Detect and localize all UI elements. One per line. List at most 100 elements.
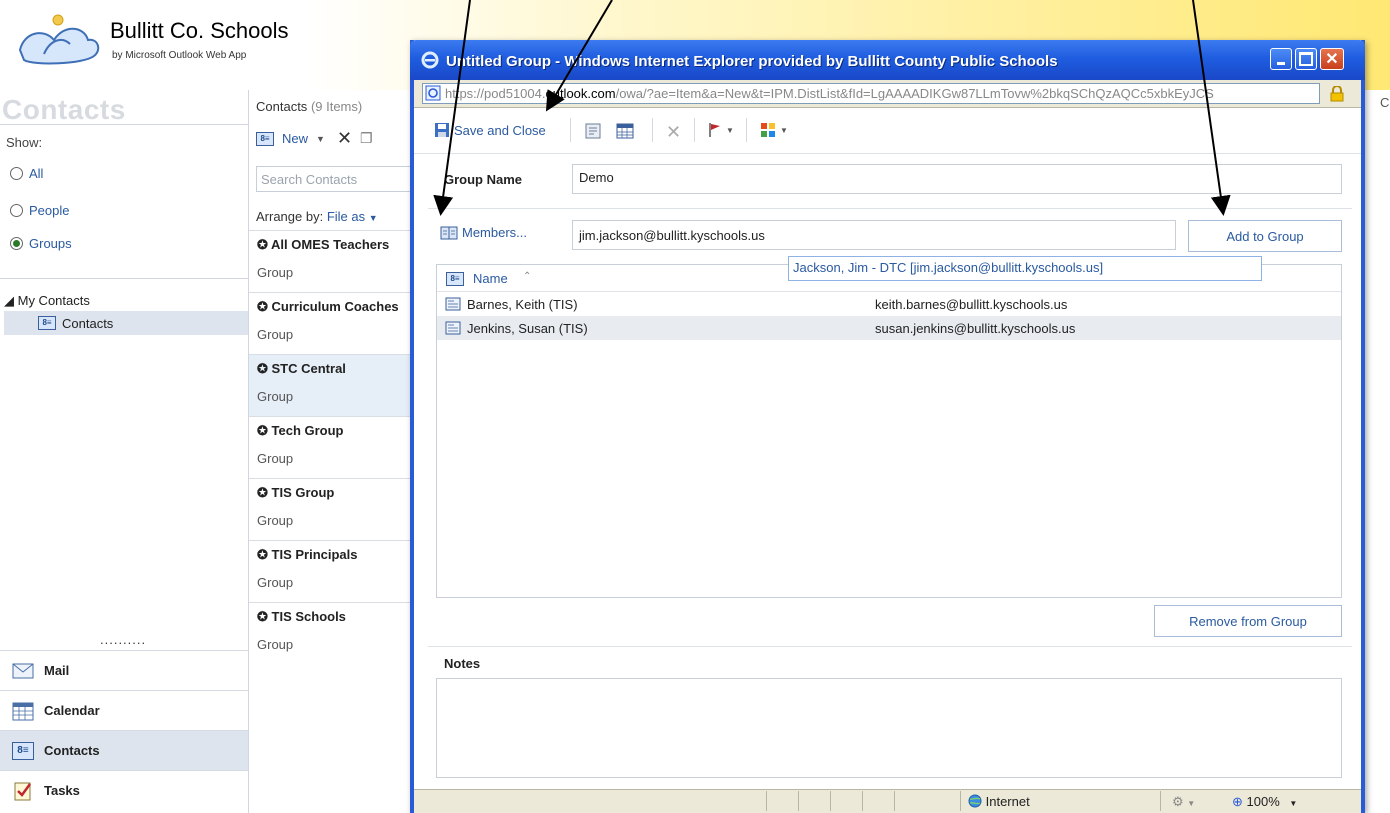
ie-logo-icon bbox=[421, 51, 439, 69]
delete-button[interactable]: ✕ bbox=[666, 122, 681, 143]
filter-groups-radio[interactable]: Groups bbox=[10, 236, 72, 251]
my-contacts-folder[interactable]: ◢ My Contacts bbox=[4, 293, 90, 309]
list-item[interactable]: ✪ TIS Schools Group bbox=[249, 602, 414, 665]
group-type: Group bbox=[257, 575, 294, 590]
nav-tasks[interactable]: Tasks bbox=[0, 770, 248, 810]
table-row[interactable]: Jenkins, Susan (TIS) susan.jenkins@bulli… bbox=[437, 316, 1341, 340]
group-name: All OMES Teachers bbox=[271, 237, 390, 252]
follow-up-flag-button[interactable]: ▼ bbox=[708, 122, 734, 138]
group-name: TIS Group bbox=[271, 485, 335, 500]
nav-calendar[interactable]: Calendar bbox=[0, 690, 248, 730]
arrange-by[interactable]: Arrange by: File as ▼ bbox=[256, 209, 378, 224]
autocomplete-suggestion[interactable]: Jackson, Jim - DTC [jim.jackson@bullitt.… bbox=[788, 256, 1262, 281]
status-bar bbox=[414, 789, 1361, 813]
flag-icon bbox=[709, 123, 720, 137]
folder-label: Contacts bbox=[62, 315, 114, 331]
tasks-icon bbox=[12, 781, 34, 801]
group-name: Tech Group bbox=[271, 423, 344, 438]
list-item[interactable]: ✪ TIS Group Group bbox=[249, 478, 414, 541]
nav-contacts[interactable]: 8≡ Contacts bbox=[0, 730, 248, 770]
url-path: /owa/?ae=Item&a=New&t=IPM.DistList&fId=L… bbox=[615, 86, 1214, 101]
brand-subtitle: by Microsoft Outlook Web App bbox=[112, 50, 247, 61]
notes-textarea[interactable] bbox=[436, 678, 1342, 778]
group-icon: ✪ bbox=[257, 361, 272, 376]
status-divider bbox=[1160, 791, 1161, 811]
status-divider bbox=[960, 791, 961, 811]
contacts-folder[interactable]: 8≡ Contacts bbox=[4, 311, 248, 335]
zoom-button[interactable]: ⊕ 100% ▼ bbox=[1232, 794, 1297, 810]
address-book-button[interactable] bbox=[584, 122, 602, 140]
filter-label: All bbox=[29, 166, 44, 181]
security-zone[interactable]: Internet bbox=[968, 794, 1030, 809]
nav-label: Tasks bbox=[44, 783, 80, 798]
list-item[interactable]: ✪ TIS Principals Group bbox=[249, 540, 414, 603]
group-icon: ✪ bbox=[257, 299, 272, 314]
list-item[interactable]: ✪ All OMES Teachers Group bbox=[249, 230, 414, 293]
group-icon: ✪ bbox=[257, 485, 272, 500]
remove-from-group-button[interactable]: Remove from Group bbox=[1154, 605, 1342, 637]
chevron-down-icon: ▼ bbox=[780, 125, 788, 135]
resize-handle[interactable]: .......... bbox=[100, 632, 146, 647]
delete-icon[interactable]: ✕ bbox=[337, 128, 352, 149]
new-button[interactable]: New bbox=[282, 131, 308, 146]
status-divider bbox=[862, 791, 863, 811]
contact-card-icon: 8≡ bbox=[446, 272, 464, 286]
school-logo bbox=[18, 14, 100, 65]
maximize-button[interactable] bbox=[1295, 48, 1317, 70]
page-icon bbox=[425, 85, 441, 101]
table-row[interactable]: Barnes, Keith (TIS) keith.barnes@bullitt… bbox=[437, 292, 1341, 316]
filter-label: People bbox=[29, 203, 70, 218]
contact-card-icon: 8≡ bbox=[38, 316, 56, 330]
filter-all-radio[interactable]: All bbox=[10, 166, 43, 181]
nav-label: Contacts bbox=[44, 743, 100, 758]
group-type: Group bbox=[257, 389, 294, 404]
group-name-label: Group Name bbox=[444, 172, 523, 187]
list-item[interactable]: ✪ Curriculum Coaches Group bbox=[249, 292, 414, 355]
group-name: TIS Principals bbox=[271, 547, 358, 562]
chevron-down-icon: ▼ bbox=[368, 213, 378, 223]
copy-icon[interactable]: ❐ bbox=[360, 130, 373, 147]
status-divider bbox=[798, 791, 799, 811]
radio-icon bbox=[10, 167, 23, 180]
list-item[interactable]: ✪ STC Central Group bbox=[249, 354, 414, 417]
save-close-label: Save and Close bbox=[454, 122, 546, 138]
name-column[interactable]: Name bbox=[473, 271, 508, 286]
status-divider bbox=[766, 791, 767, 811]
maximize-icon bbox=[1299, 52, 1313, 66]
delete-icon: ✕ bbox=[666, 122, 682, 142]
nav-label: Calendar bbox=[44, 703, 100, 718]
group-type: Group bbox=[257, 637, 294, 652]
member-search-input[interactable]: jim.jackson@bullitt.kyschools.us bbox=[572, 220, 1176, 250]
group-name: Curriculum Coaches bbox=[271, 299, 399, 314]
list-item[interactable]: ✪ Tech Group Group bbox=[249, 416, 414, 479]
save-icon bbox=[435, 123, 449, 137]
categories-button[interactable]: ▼ bbox=[760, 122, 788, 138]
form-divider bbox=[428, 208, 1352, 209]
search-contacts-input[interactable]: Search Contacts bbox=[256, 166, 414, 192]
globe-icon bbox=[968, 794, 982, 808]
zone-label: Internet bbox=[985, 794, 1030, 809]
minimize-button[interactable] bbox=[1270, 48, 1292, 70]
save-and-close-button[interactable]: Save and Close bbox=[434, 122, 546, 138]
lock-icon[interactable] bbox=[1326, 83, 1348, 104]
close-button[interactable]: ✕ bbox=[1320, 48, 1344, 70]
filter-people-radio[interactable]: People bbox=[10, 203, 69, 218]
arrange-value[interactable]: File as bbox=[327, 209, 365, 224]
members-button[interactable]: Members... bbox=[440, 225, 527, 240]
nav-mail[interactable]: Mail bbox=[0, 650, 248, 690]
member-name: Barnes, Keith (TIS) bbox=[467, 296, 578, 312]
zoom-icon: ⊕ bbox=[1232, 794, 1243, 809]
group-type: Group bbox=[257, 265, 294, 280]
chevron-down-icon[interactable]: ▼ bbox=[316, 134, 325, 144]
protected-mode-button[interactable]: ⚙ ▼ bbox=[1172, 794, 1195, 810]
member-name: Jenkins, Susan (TIS) bbox=[467, 320, 588, 336]
url-domain: outlook.com bbox=[545, 86, 616, 101]
show-label: Show: bbox=[6, 135, 43, 150]
radio-selected-icon bbox=[10, 237, 23, 250]
group-icon: ✪ bbox=[257, 423, 272, 438]
group-name-input[interactable]: Demo bbox=[572, 164, 1342, 194]
add-to-group-button[interactable]: Add to Group bbox=[1188, 220, 1342, 252]
calendar-button[interactable] bbox=[616, 122, 634, 140]
url-field[interactable]: https://pod51004.outlook.com/owa/?ae=Ite… bbox=[422, 83, 1320, 104]
nav-divider bbox=[0, 124, 248, 125]
